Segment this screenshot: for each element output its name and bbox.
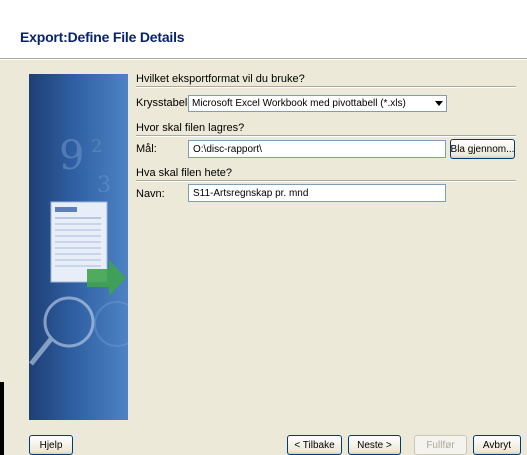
- circle-decoration: [94, 301, 128, 347]
- back-button[interactable]: < Tilbake: [287, 435, 342, 455]
- digit-decoration-3: 3: [97, 173, 111, 198]
- finish-button[interactable]: Fullfør: [414, 435, 467, 455]
- wizard-title: Export:Define File Details: [20, 29, 185, 45]
- format-selected-value: Microsoft Excel Workbook med pivottabell…: [192, 98, 406, 109]
- format-dropdown[interactable]: Microsoft Excel Workbook med pivottabell…: [188, 95, 447, 112]
- browse-button[interactable]: Bla gjennom...: [450, 139, 515, 159]
- format-heading: Hvilket eksportformat vil du bruke?: [136, 73, 305, 85]
- location-label: Mål:: [136, 143, 157, 155]
- help-button[interactable]: Hjelp: [29, 435, 73, 455]
- window-edge: [0, 382, 4, 455]
- location-input[interactable]: O:\disc-rapport\: [188, 140, 446, 158]
- digit-decoration-2: 2: [91, 136, 102, 157]
- chevron-down-icon[interactable]: [432, 96, 446, 111]
- next-button[interactable]: Neste >: [348, 435, 401, 455]
- name-label: Navn:: [136, 188, 165, 200]
- location-heading: Hvor skal filen lagres?: [136, 122, 245, 134]
- format-label: Krysstabell:: [136, 97, 193, 109]
- wizard-header: Export:Define File Details: [0, 0, 527, 58]
- wizard-illustration: 9 2 3: [29, 74, 128, 420]
- digit-decoration-9: 9: [59, 133, 84, 179]
- cancel-button[interactable]: Avbryt: [473, 435, 521, 455]
- name-heading: Hva skal filen hete?: [136, 167, 232, 179]
- magnifier-icon: [29, 296, 95, 366]
- header-divider: [0, 58, 527, 60]
- file-name-input[interactable]: S11-Artsregnskap pr. mnd: [188, 184, 446, 202]
